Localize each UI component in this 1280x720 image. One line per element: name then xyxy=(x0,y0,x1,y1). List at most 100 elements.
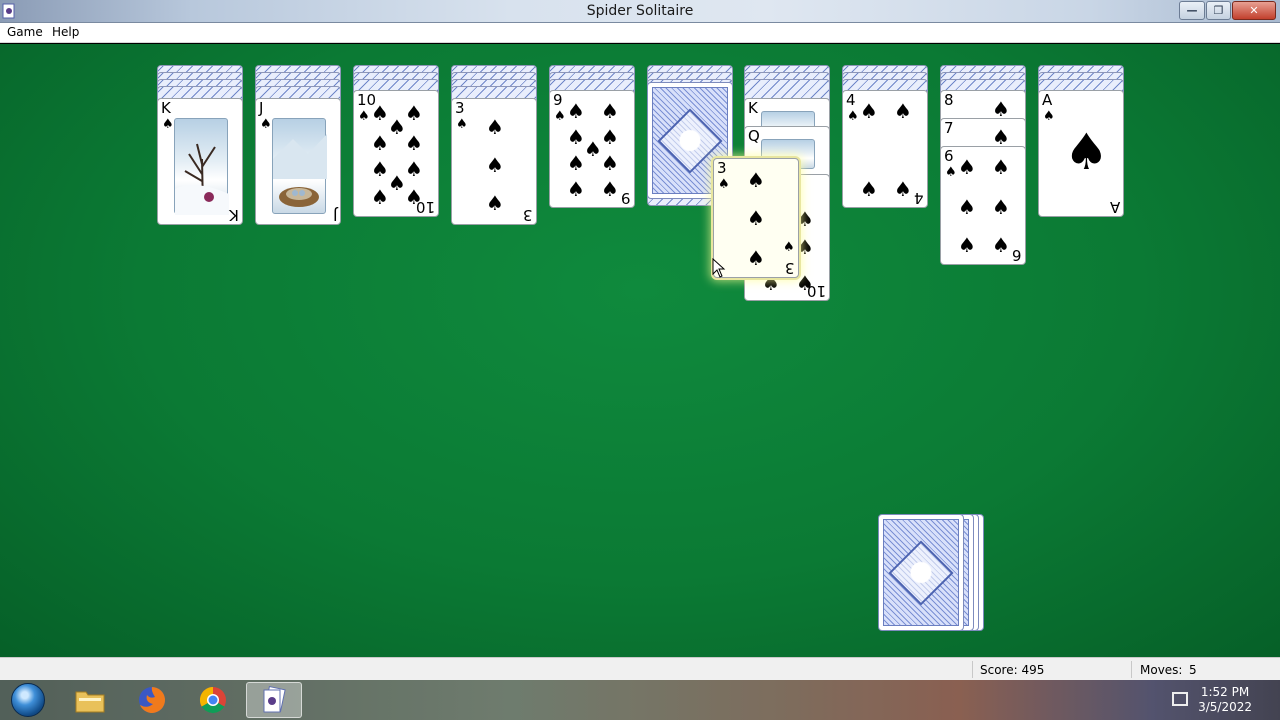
status-divider xyxy=(1131,661,1132,678)
spade-pip-icon: ♠ xyxy=(371,131,389,155)
stock-card-back[interactable] xyxy=(878,514,964,631)
spade-pip-icon: ♠ xyxy=(371,157,389,181)
status-divider xyxy=(972,661,973,678)
card-rank-bottom: J xyxy=(332,206,337,224)
spade-pip-icon: ♠ xyxy=(371,185,389,209)
firefox-icon xyxy=(139,687,165,713)
spade-pip-icon: ♠ xyxy=(405,131,423,155)
card-rank: Q xyxy=(748,127,760,145)
spade-icon: ♠ xyxy=(554,109,566,124)
spade-pip-icon: ♠ xyxy=(860,177,878,201)
spade-pip-icon: ♠ xyxy=(584,137,602,161)
card-rank-bottom: 4 xyxy=(914,189,924,207)
spade-pip-icon: ♠ xyxy=(860,99,878,123)
menu-help[interactable]: Help xyxy=(52,25,79,39)
card-rank: 3 xyxy=(717,159,727,177)
spade-pip-icon: ♠ xyxy=(992,195,1010,219)
card-ace-spades[interactable]: A ♠ ♠ A xyxy=(1038,90,1124,217)
spade-pip-icon: ♠ xyxy=(601,99,619,123)
card-rank-bottom: A xyxy=(1109,198,1120,216)
clock-date: 3/5/2022 xyxy=(1198,700,1252,714)
card-jack-spades[interactable]: J ♠ J xyxy=(255,98,341,225)
spade-pip-icon: ♠ xyxy=(747,168,765,192)
ace-spade-icon: ♠ xyxy=(1064,123,1109,181)
card-rank-bottom: 6 xyxy=(1012,246,1022,264)
spade-pip-icon: ♠ xyxy=(958,195,976,219)
windows-orb-icon xyxy=(11,683,45,717)
clock-time: 1:52 PM xyxy=(1200,685,1250,699)
close-button[interactable]: ✕ xyxy=(1232,1,1276,20)
spade-pip-icon: ♠ xyxy=(371,101,389,125)
menu-bar: Game Help xyxy=(0,23,1280,43)
card-rank-bottom: 3 xyxy=(523,206,533,224)
card-rank-bottom: 10 xyxy=(806,282,826,300)
score-label: Score: 495 xyxy=(980,663,1045,677)
taskbar: 1:52 PM 3/5/2022 xyxy=(0,680,1280,720)
moves-value: 5 xyxy=(1189,663,1197,677)
chrome-icon xyxy=(199,686,226,714)
taskbar-chrome[interactable] xyxy=(185,682,241,718)
card-rank-bottom: K xyxy=(229,206,239,224)
spade-pip-icon: ♠ xyxy=(894,99,912,123)
card-rank: 8 xyxy=(944,91,954,109)
mouse-cursor-icon xyxy=(712,258,726,278)
card-rank: 7 xyxy=(944,119,954,137)
card-six-spades[interactable]: 6 ♠ ♠ ♠ ♠ ♠ ♠ ♠ 6 xyxy=(940,146,1026,265)
title-bar: Spider Solitaire — ❐ ✕ xyxy=(0,0,1280,23)
spade-icon: ♠ xyxy=(358,109,370,124)
spade-pip-icon: ♠ xyxy=(747,246,765,270)
card-rank: 6 xyxy=(944,147,954,165)
bird-nest-art xyxy=(272,118,327,214)
spade-pip-icon: ♠ xyxy=(567,125,585,149)
card-ten-spades[interactable]: 10 ♠ ♠ ♠ ♠ ♠ ♠ ♠ ♠ ♠ ♠ ♠ 10 xyxy=(353,90,439,217)
card-four-spades[interactable]: 4 ♠ ♠ ♠ ♠ ♠ 4 xyxy=(842,90,928,208)
spade-pip-icon: ♠ xyxy=(992,125,1010,149)
card-rank: 4 xyxy=(846,91,856,109)
menu-game[interactable]: Game xyxy=(7,25,43,39)
spade-pip-icon: ♠ xyxy=(486,191,504,215)
spade-icon: ♠ xyxy=(718,177,730,192)
spider-solitaire-icon xyxy=(263,685,286,713)
card-rank: J xyxy=(259,99,264,117)
spade-icon: ♠ xyxy=(945,165,957,180)
card-king-spades[interactable]: K ♠ K xyxy=(157,98,243,225)
taskbar-clock[interactable]: 1:52 PM 3/5/2022 xyxy=(1198,685,1252,715)
card-three-spades[interactable]: 3 ♠ ♠ ♠ ♠ 3 xyxy=(451,98,537,225)
spade-pip-icon: ♠ xyxy=(894,177,912,201)
winter-tree-art xyxy=(174,118,229,215)
network-tray-icon[interactable] xyxy=(1172,692,1188,706)
taskbar-file-explorer[interactable] xyxy=(62,682,118,718)
spade-pip-icon: ♠ xyxy=(601,177,619,201)
spade-icon: ♠ xyxy=(847,109,859,124)
card-rank: 3 xyxy=(455,99,465,117)
card-rank: K xyxy=(161,99,171,117)
spade-pip-icon: ♠ xyxy=(601,151,619,175)
start-button[interactable] xyxy=(0,682,56,718)
spade-pip-icon: ♠ xyxy=(405,101,423,125)
window-title: Spider Solitaire xyxy=(586,3,694,19)
status-bar: Score: 495 Moves: 5 xyxy=(0,657,1280,680)
card-rank: 9 xyxy=(553,91,563,109)
spade-pip-icon: ♠ xyxy=(601,125,619,149)
taskbar-spider-solitaire[interactable] xyxy=(246,682,302,718)
taskbar-firefox[interactable] xyxy=(124,682,180,718)
spade-icon: ♠ xyxy=(1043,109,1055,124)
card-rank-bottom: 10 xyxy=(415,198,435,216)
spade-pip-icon: ♠ xyxy=(567,151,585,175)
card-rank: K xyxy=(748,99,758,117)
spade-pip-icon: ♠ xyxy=(405,157,423,181)
minimize-button[interactable]: — xyxy=(1179,1,1205,20)
maximize-button[interactable]: ❐ xyxy=(1206,1,1231,20)
spade-icon: ♠ xyxy=(456,117,468,132)
card-nine-spades[interactable]: 9 ♠ ♠ ♠ ♠ ♠ ♠ ♠ ♠ ♠ ♠ 9 xyxy=(549,90,635,208)
spade-icon: ♠ xyxy=(260,117,272,132)
spade-pip-icon: ♠ xyxy=(992,233,1010,257)
spade-pip-icon: ♠ xyxy=(567,177,585,201)
spade-pip-icon: ♠ xyxy=(567,99,585,123)
spade-pip-icon: ♠ xyxy=(388,171,406,195)
spade-pip-icon: ♠ xyxy=(388,115,406,139)
spade-pip-icon: ♠ xyxy=(486,153,504,177)
spade-icon: ♠ xyxy=(783,240,795,255)
card-rank-bottom: 9 xyxy=(621,189,631,207)
spade-pip-icon: ♠ xyxy=(747,206,765,230)
